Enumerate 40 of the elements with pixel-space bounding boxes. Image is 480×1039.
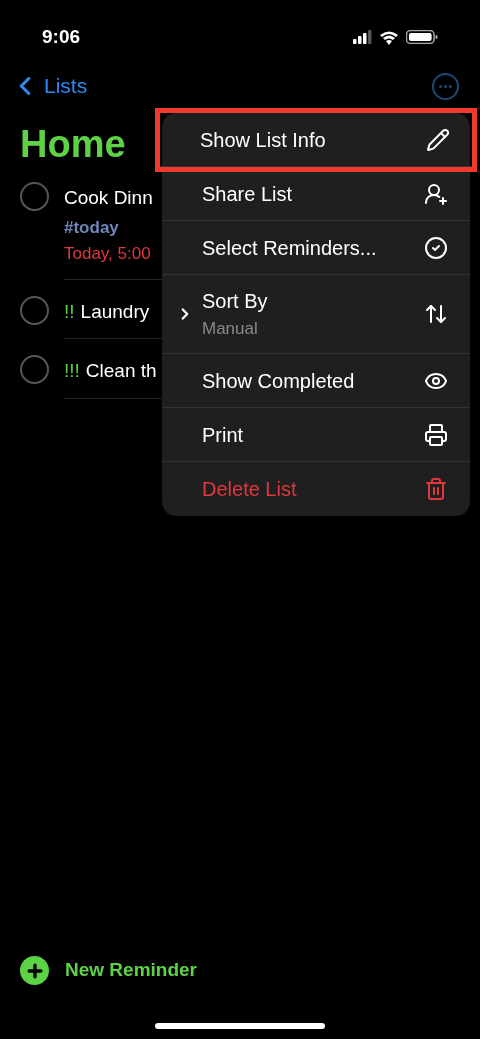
menu-item[interactable]: Sort By Manual: [162, 275, 470, 354]
menu-label: Show List Info: [200, 127, 326, 153]
menu-label: Print: [202, 422, 244, 448]
new-reminder-button[interactable]: New Reminder: [65, 956, 197, 985]
reminder-checkbox[interactable]: [20, 295, 49, 325]
reminder-checkbox[interactable]: [20, 182, 49, 211]
menu-label: Show Completed: [202, 368, 355, 394]
reminder-title: Cook Dinn: [64, 186, 153, 210]
menu-label: Share List: [202, 181, 293, 207]
menu-item[interactable]: Show List Info: [160, 113, 472, 167]
menu-item[interactable]: Share List: [162, 167, 470, 221]
battery-icon: [406, 30, 438, 44]
wifi-icon: [380, 29, 398, 45]
person-plus-icon: [424, 181, 448, 206]
priority-marks: !!!: [64, 359, 80, 383]
menu-label: Delete List: [202, 477, 297, 502]
signal-icon: [353, 30, 372, 44]
menu-item[interactable]: Show Completed: [162, 354, 470, 408]
priority-marks: !!: [64, 299, 75, 324]
menu-label: Select Reminders...: [202, 235, 377, 261]
add-icon[interactable]: [20, 956, 49, 985]
more-button[interactable]: [432, 72, 459, 100]
up-down-arrows-icon: [424, 302, 448, 326]
list-title: Home: [20, 122, 126, 167]
reminder-tag: #today: [64, 214, 119, 240]
reminder-checkbox[interactable]: [20, 355, 49, 384]
reminder-title: Clean th: [85, 359, 157, 383]
menu-item[interactable]: Print: [162, 408, 470, 462]
reminder-due: Today, 5:00: [64, 243, 151, 265]
check-circle-icon: [424, 235, 448, 260]
menu-subtitle: Manual: [202, 318, 259, 341]
pencil-icon: [426, 127, 450, 152]
reminder-title: Laundry: [80, 299, 150, 324]
menu-item[interactable]: Select Reminders...: [162, 221, 470, 275]
trash-icon: [424, 477, 448, 501]
menu-item[interactable]: Delete List: [162, 462, 470, 516]
menu-label: Sort By: [202, 289, 268, 315]
back-button[interactable]: Lists: [10, 70, 88, 102]
status-time: 9:06: [42, 24, 81, 49]
printer-icon: [424, 422, 448, 447]
